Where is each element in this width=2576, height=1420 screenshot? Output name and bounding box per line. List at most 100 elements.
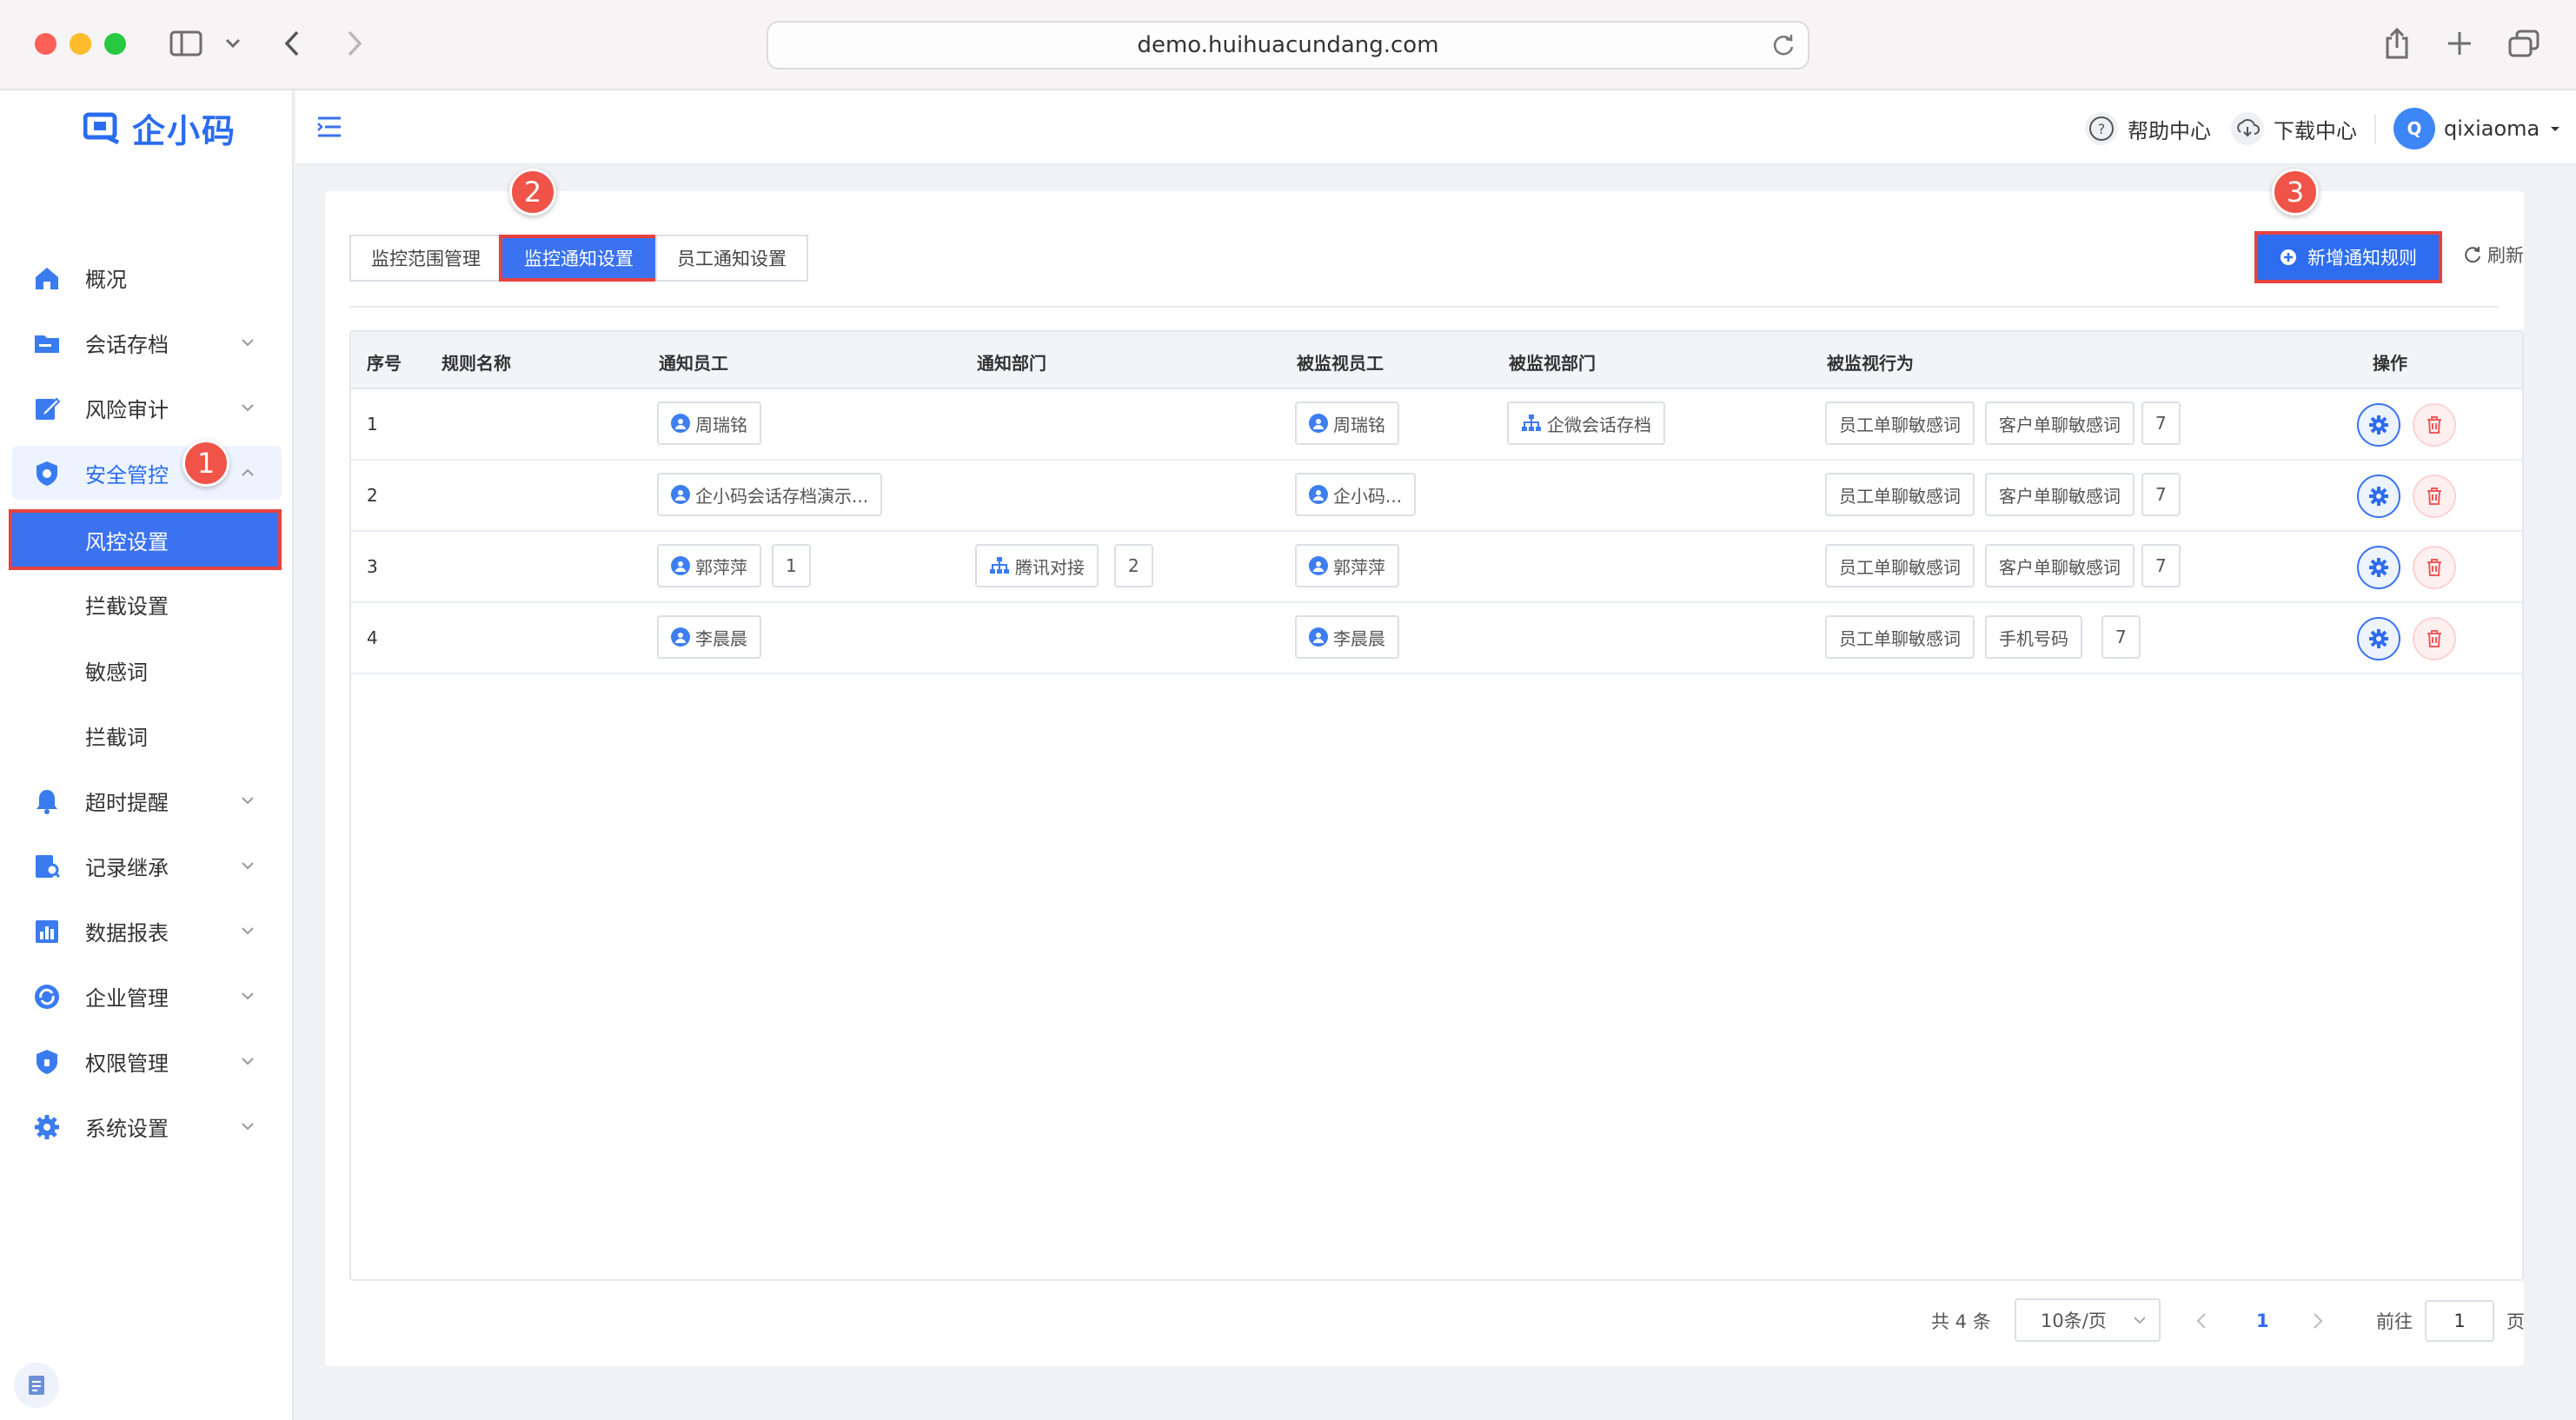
- goto-text: 前往: [2376, 1311, 2413, 1332]
- behavior-tag[interactable]: 客户单聊敏感词: [1985, 473, 2134, 516]
- chevron-down-icon: [242, 1123, 254, 1131]
- sidebar-item-overview[interactable]: 概况: [12, 250, 282, 304]
- tag-label: 周瑞铭: [1333, 414, 1385, 435]
- trash-icon: [2427, 416, 2441, 434]
- edit-rule-button[interactable]: [2357, 474, 2400, 518]
- behavior-more-count[interactable]: 7: [2101, 615, 2141, 659]
- minimize-window-button[interactable]: [70, 33, 91, 55]
- notify-dept-tag[interactable]: 腾讯对接: [975, 544, 1099, 587]
- sidebar-item-session-archive[interactable]: 会话存档: [12, 315, 282, 369]
- watched-staff-tag[interactable]: 周瑞铭: [1295, 401, 1399, 445]
- sidebar-subitem-risk-settings[interactable]: 风控设置: [9, 509, 282, 570]
- add-notify-rule-button[interactable]: 新增通知规则: [2254, 231, 2442, 283]
- close-window-button[interactable]: [35, 33, 56, 55]
- tab-staff-notify[interactable]: 员工通知设置: [655, 235, 808, 282]
- goto-label: 前往: [2376, 1298, 2413, 1344]
- delete-rule-button[interactable]: [2413, 403, 2456, 447]
- tab-monitor-notify[interactable]: 监控通知设置: [499, 235, 659, 282]
- table-row: 3 郭萍萍 1 腾讯对接 2 郭萍萍 员工单聊敏感词 客户单聊敏感词 7: [351, 532, 2522, 603]
- row-index: 1: [367, 414, 378, 435]
- behavior-more-count[interactable]: 7: [2141, 473, 2181, 516]
- download-center-link[interactable]: 下载中心: [2230, 109, 2357, 148]
- sidebar-subitem-intercept-words[interactable]: 拦截词: [12, 708, 282, 762]
- refresh-label: 刷新: [2487, 245, 2524, 266]
- tag-label: 员工单聊敏感词: [1839, 627, 1961, 649]
- sidebar-subitem-label: 风控设置: [85, 529, 169, 554]
- chevron-up-icon: [242, 468, 254, 476]
- notify-staff-tag[interactable]: 周瑞铭: [657, 401, 761, 445]
- help-center-link[interactable]: ? 帮助中心: [2084, 109, 2211, 148]
- notify-dept-more-count[interactable]: 2: [1114, 544, 1153, 587]
- behavior-tag[interactable]: 员工单聊敏感词: [1825, 615, 1975, 659]
- col-actions: 操作: [2373, 353, 2407, 374]
- cloud-download-icon: [2231, 112, 2264, 145]
- watched-staff-tag[interactable]: 企小码...: [1295, 473, 1417, 516]
- sidebar-item-record-inherit[interactable]: 记录继承: [12, 839, 282, 892]
- edit-rule-button[interactable]: [2357, 403, 2400, 447]
- edit-rule-button[interactable]: [2357, 546, 2400, 589]
- gear-icon: [2369, 487, 2388, 506]
- behavior-tag[interactable]: 员工单聊敏感词: [1825, 401, 1975, 445]
- forward-icon[interactable]: [335, 24, 374, 63]
- behavior-tag[interactable]: 员工单聊敏感词: [1825, 473, 1975, 516]
- notify-staff-tag[interactable]: 郭萍萍: [657, 544, 761, 587]
- chevron-down-icon[interactable]: [214, 24, 252, 63]
- sidebar-item-data-report[interactable]: 数据报表: [12, 904, 282, 958]
- behavior-tag[interactable]: 手机号码: [1985, 615, 2082, 659]
- sidebar-item-risk-audit[interactable]: 风险审计: [12, 381, 282, 435]
- tab-monitor-scope[interactable]: 监控范围管理: [349, 235, 502, 282]
- goto-page-input[interactable]: 1: [2425, 1300, 2494, 1342]
- plus-circle-icon: [2281, 249, 2296, 265]
- behavior-tag[interactable]: 客户单聊敏感词: [1985, 544, 2134, 587]
- behavior-tag[interactable]: 员工单聊敏感词: [1825, 544, 1975, 587]
- behavior-tag[interactable]: 客户单聊敏感词: [1985, 401, 2134, 445]
- brand-logo[interactable]: 企小码: [83, 108, 236, 150]
- page-number-current[interactable]: 1: [2256, 1298, 2269, 1344]
- delete-rule-button[interactable]: [2413, 546, 2456, 589]
- notify-staff-tag[interactable]: 李晨晨: [657, 615, 761, 659]
- watched-staff-tag[interactable]: 李晨晨: [1295, 615, 1399, 659]
- tab-overview-icon[interactable]: [2505, 24, 2543, 63]
- sidebar-item-timeout-reminder[interactable]: 超时提醒: [12, 773, 282, 827]
- reload-icon[interactable]: [1771, 33, 1796, 63]
- home-icon: [36, 268, 58, 289]
- refresh-button[interactable]: 刷新: [2463, 242, 2524, 268]
- back-icon[interactable]: [273, 24, 311, 63]
- notify-staff-more-count[interactable]: 1: [772, 544, 811, 587]
- prev-page-button[interactable]: [2195, 1298, 2208, 1344]
- next-page-button[interactable]: [2312, 1298, 2324, 1344]
- pagination-total: 共 4 条: [1931, 1298, 1991, 1344]
- address-bar[interactable]: demo.huihuacundang.com: [767, 21, 1809, 70]
- page-size-value: 10条/页: [2041, 1311, 2107, 1331]
- behavior-more-count[interactable]: 7: [2141, 544, 2181, 587]
- download-center-label: 下载中心: [2274, 118, 2357, 143]
- gear-icon: [2369, 558, 2388, 577]
- main-card: 监控范围管理 监控通知设置 员工通知设置 2 新增通知规则 3 刷新 序号 规则…: [325, 169, 2524, 1366]
- sidebar-item-security[interactable]: 安全管控: [12, 446, 282, 500]
- sidebar-toggle-icon[interactable]: [167, 24, 205, 63]
- header-divider: [2374, 115, 2376, 144]
- page-size-select[interactable]: 10条/页: [2015, 1298, 2161, 1342]
- collapse-menu-icon[interactable]: [316, 115, 342, 144]
- sidebar-item-system-settings[interactable]: 系统设置: [12, 1099, 282, 1153]
- sidebar-subitem-intercept-settings[interactable]: 拦截设置: [12, 577, 282, 631]
- new-tab-icon[interactable]: [2440, 24, 2479, 63]
- behavior-more-count[interactable]: 7: [2141, 401, 2181, 445]
- share-icon[interactable]: [2378, 24, 2416, 63]
- watched-dept-tag[interactable]: 企微会话存档: [1507, 401, 1665, 445]
- notify-staff-tag[interactable]: 企小码会话存档演示...: [657, 473, 883, 516]
- sidebar-item-label: 权限管理: [85, 1051, 169, 1076]
- tag-label: 7: [2155, 555, 2167, 576]
- document-icon[interactable]: [14, 1363, 59, 1408]
- user-menu[interactable]: Q qixiaoma: [2393, 108, 2562, 149]
- edit-rule-button[interactable]: [2357, 617, 2400, 660]
- tag-label: 客户单聊敏感词: [1999, 556, 2121, 578]
- delete-rule-button[interactable]: [2413, 474, 2456, 518]
- sidebar-item-enterprise[interactable]: 企业管理: [12, 969, 282, 1023]
- maximize-window-button[interactable]: [104, 33, 126, 55]
- delete-rule-button[interactable]: [2413, 617, 2456, 660]
- tag-label: 郭萍萍: [695, 556, 747, 578]
- sidebar-subitem-sensitive-words[interactable]: 敏感词: [12, 643, 282, 697]
- watched-staff-tag[interactable]: 郭萍萍: [1295, 544, 1399, 587]
- sidebar-item-permission[interactable]: 权限管理: [12, 1034, 282, 1088]
